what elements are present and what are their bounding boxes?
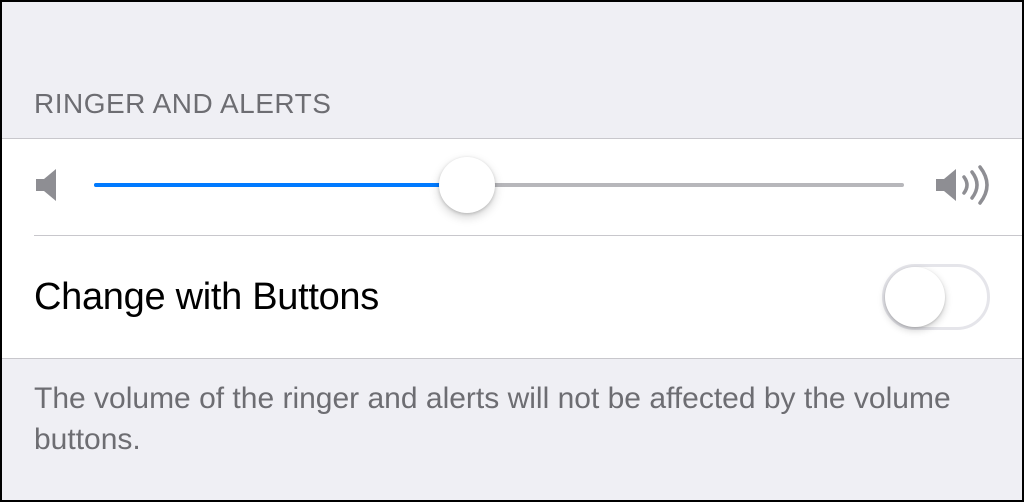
- top-spacer: [2, 2, 1022, 88]
- switch-knob: [885, 267, 945, 327]
- speaker-high-icon: [934, 165, 990, 205]
- section-body: Change with Buttons: [2, 138, 1022, 359]
- change-with-buttons-switch[interactable]: [882, 264, 990, 330]
- section-footer-text: The volume of the ringer and alerts will…: [2, 359, 1022, 460]
- volume-slider-wrap: [34, 165, 990, 205]
- volume-slider-row: [2, 139, 1022, 235]
- change-with-buttons-row: Change with Buttons: [2, 236, 1022, 358]
- volume-slider-thumb[interactable]: [439, 157, 495, 213]
- volume-slider[interactable]: [94, 183, 904, 187]
- volume-slider-fill: [94, 183, 467, 187]
- settings-panel: RINGER AND ALERTS: [0, 0, 1024, 502]
- section-header-ringer-alerts: RINGER AND ALERTS: [2, 88, 1022, 138]
- change-with-buttons-label: Change with Buttons: [34, 276, 379, 319]
- speaker-low-icon: [34, 167, 64, 203]
